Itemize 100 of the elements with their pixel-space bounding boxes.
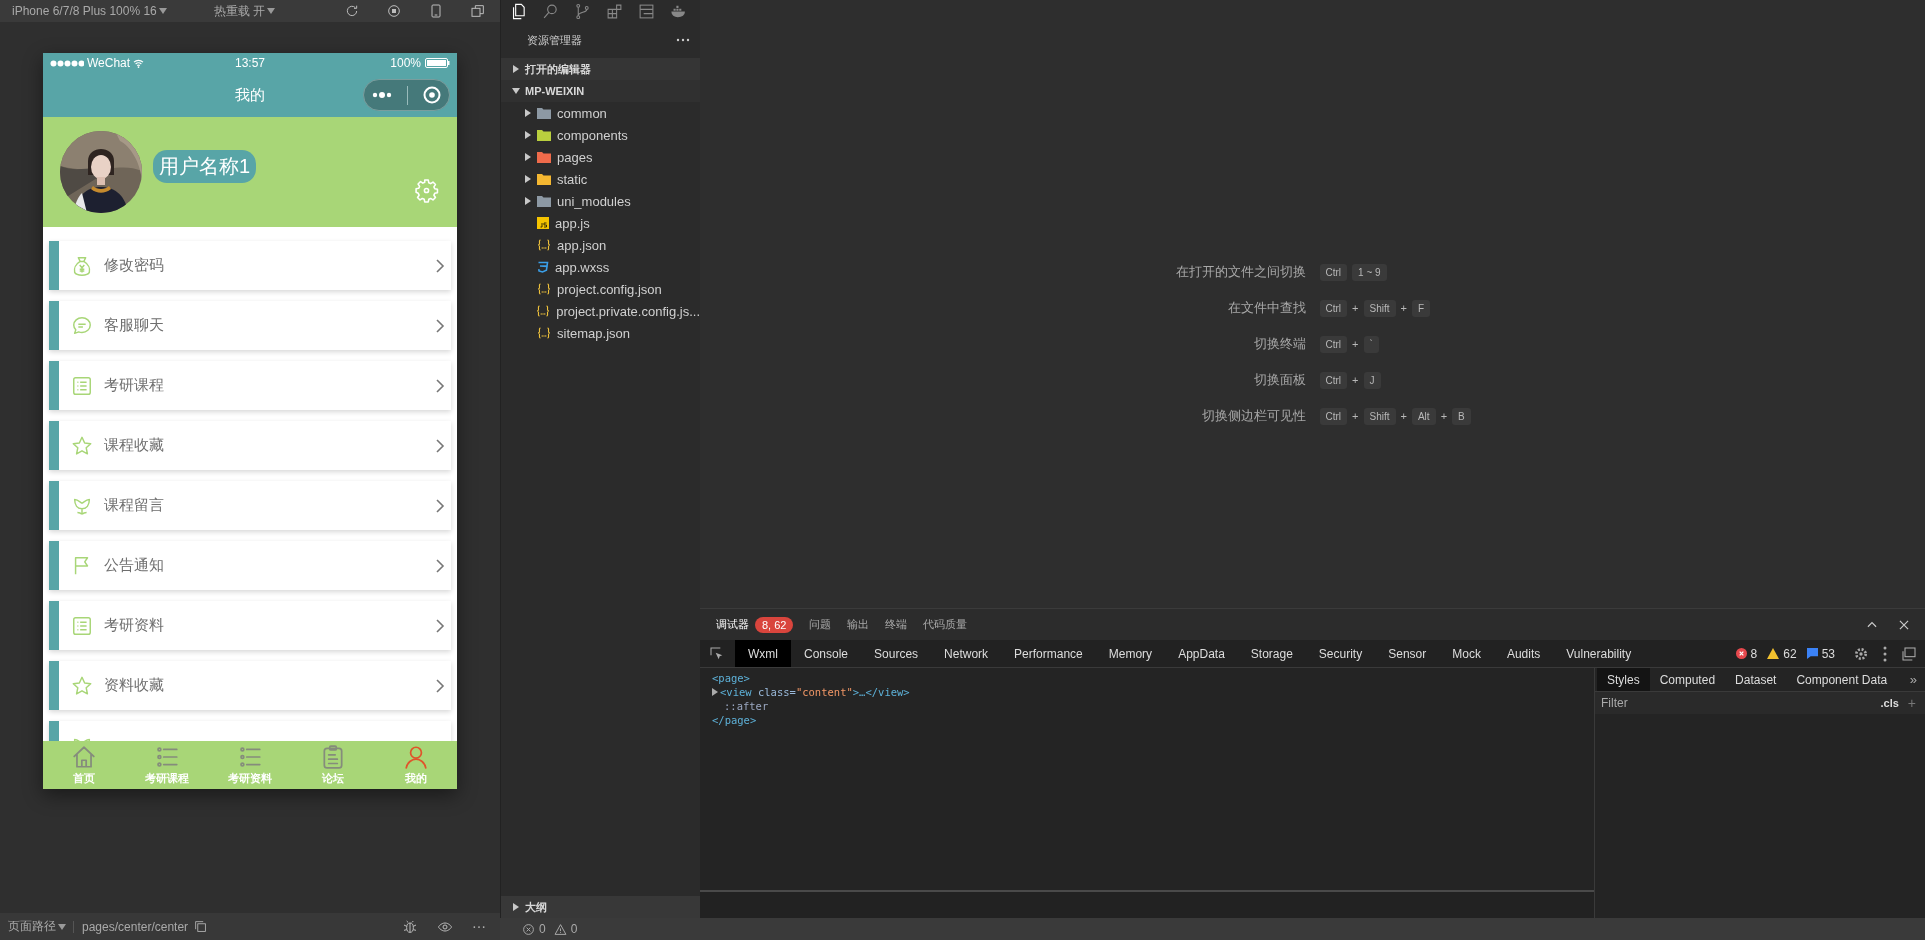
list-icon (71, 614, 93, 637)
plus-sign: + (1400, 410, 1407, 422)
shortcut-label: 在打开的文件之间切换 (1175, 263, 1306, 281)
tree-item[interactable]: common (501, 102, 700, 124)
devtools-tab[interactable]: Sources (861, 640, 932, 667)
chat-icon (71, 314, 93, 337)
shortcut-label: 在文件中查找 (1227, 299, 1306, 317)
menu-item[interactable]: 资料收藏 (49, 661, 451, 710)
more-icon[interactable] (371, 91, 392, 99)
wifi-icon (133, 58, 145, 68)
dropdown-caret-icon (58, 923, 66, 930)
page-path-dropdown[interactable]: 页面路径 (8, 918, 65, 935)
styles-tab[interactable]: Component Data (1786, 668, 1898, 691)
stop-icon[interactable] (386, 3, 402, 19)
layout-icon[interactable] (638, 2, 655, 20)
more-icon[interactable] (676, 37, 690, 43)
dropdown-caret-icon (158, 8, 167, 14)
device-dropdown[interactable]: iPhone 6/7/8 Plus 100% 16 (12, 4, 166, 18)
filter-field[interactable]: Filter .cls + (1595, 692, 1925, 714)
devtools-tab[interactable]: AppData (1165, 640, 1238, 667)
json-file-icon (536, 305, 551, 317)
keyboard-key: Ctrl (1319, 335, 1348, 353)
panel-tab[interactable]: 输出 (847, 617, 870, 632)
devtools-tab[interactable]: Memory (1095, 640, 1166, 667)
settings-icon[interactable] (1853, 645, 1869, 662)
dock-icon[interactable] (1901, 645, 1917, 662)
branch-icon[interactable] (574, 2, 591, 20)
inspect-icon[interactable] (709, 645, 725, 662)
json-file-icon (537, 283, 551, 295)
panel-tab[interactable]: 终端 (885, 617, 908, 632)
shortcut-label: 切换终端 (1253, 335, 1306, 353)
user-name: 用户名称1 (153, 149, 257, 183)
chevron-right-icon (435, 378, 445, 393)
panel-tab[interactable]: 问题 (809, 617, 832, 632)
keyboard-key: F (1411, 299, 1431, 317)
clock-time: 13:57 (235, 56, 265, 70)
devtools-tab[interactable]: Sensor (1375, 640, 1440, 667)
devtools-tab[interactable]: Vulnerability (1553, 640, 1645, 667)
keyboard-key: B (1452, 407, 1471, 425)
chevron-right-icon (435, 678, 445, 693)
message-count: 53 (1821, 646, 1835, 661)
menu-item[interactable]: 课程收藏 (49, 421, 451, 470)
files-icon[interactable] (510, 2, 527, 20)
devtools-tab[interactable]: Audits (1493, 640, 1554, 667)
keyboard-key: Ctrl (1319, 371, 1348, 389)
keyboard-key: Ctrl (1319, 263, 1348, 281)
plus-sign: + (1352, 374, 1359, 386)
section-header[interactable]: MP-WEIXIN (501, 80, 700, 102)
error-icon (1735, 648, 1747, 659)
tree-item[interactable]: uni_modules (501, 190, 700, 212)
search-icon[interactable] (542, 2, 559, 20)
plus-sign: + (1352, 338, 1359, 350)
copy-icon[interactable] (194, 920, 208, 933)
panel-tab[interactable]: 代码质量 (923, 617, 968, 632)
kebab-icon[interactable] (1883, 645, 1887, 662)
styles-tab[interactable]: Dataset (1725, 668, 1787, 691)
json-file-icon (537, 239, 551, 251)
devtools-tab[interactable]: Console (791, 640, 862, 667)
warning-count: 62 (1783, 646, 1797, 661)
message-icon (1806, 648, 1818, 659)
tree-item[interactable]: project.private.config.js... (501, 300, 700, 322)
devtools-tab[interactable]: Mock (1439, 640, 1494, 667)
tree-item[interactable]: project.config.json (501, 278, 700, 300)
extensions-icon[interactable] (606, 2, 623, 20)
menu-item[interactable]: 修改密码 (49, 241, 451, 290)
tree-item[interactable]: pages (501, 146, 700, 168)
more-tabs-button[interactable]: » (1901, 668, 1925, 691)
devtools-tab[interactable]: Network (931, 640, 1002, 667)
windows-icon[interactable] (470, 3, 486, 19)
tree-item[interactable]: components (501, 124, 700, 146)
dropdown-caret-icon (267, 8, 276, 14)
tree-item[interactable]: app.json (501, 234, 700, 256)
devtools-tab[interactable]: Security (1305, 640, 1376, 667)
menu-item[interactable]: 课程留言 (49, 481, 451, 530)
menu-item[interactable]: 考研资料 (49, 601, 451, 650)
menu-item[interactable]: 客服聊天 (49, 301, 451, 350)
phone-icon[interactable] (428, 3, 444, 19)
section-header[interactable]: 大纲 (501, 896, 700, 918)
styles-tab[interactable]: Computed (1649, 668, 1726, 691)
tree-item[interactable]: app.wxss (501, 256, 700, 278)
cls-button[interactable]: .cls (1874, 697, 1905, 709)
devtools-tab[interactable]: Storage (1237, 640, 1306, 667)
menu-item[interactable]: 考研课程 (49, 361, 451, 410)
hot-reload-dropdown[interactable]: 热重载 开 (213, 2, 275, 20)
section-header[interactable]: 打开的编辑器 (501, 58, 700, 80)
bug-icon[interactable] (402, 918, 418, 935)
star-icon (71, 434, 93, 457)
list-icon (71, 374, 93, 397)
devtools-tab[interactable]: Wxml (735, 640, 791, 667)
devtools-tab[interactable]: Performance (1001, 640, 1096, 667)
keyboard-key: 1 ~ 9 (1352, 263, 1387, 281)
refresh-icon[interactable] (344, 3, 360, 19)
error-count: 8 (1750, 646, 1758, 661)
chevron-right-icon (435, 438, 445, 453)
tree-item[interactable]: app.js (501, 212, 700, 234)
menu-item[interactable]: 公告通知 (49, 541, 451, 590)
tree-item[interactable]: static (501, 168, 700, 190)
carrier-name: WeChat (87, 56, 131, 70)
tree-item[interactable]: sitemap.json (501, 322, 700, 344)
styles-tab[interactable]: Styles (1597, 668, 1650, 691)
